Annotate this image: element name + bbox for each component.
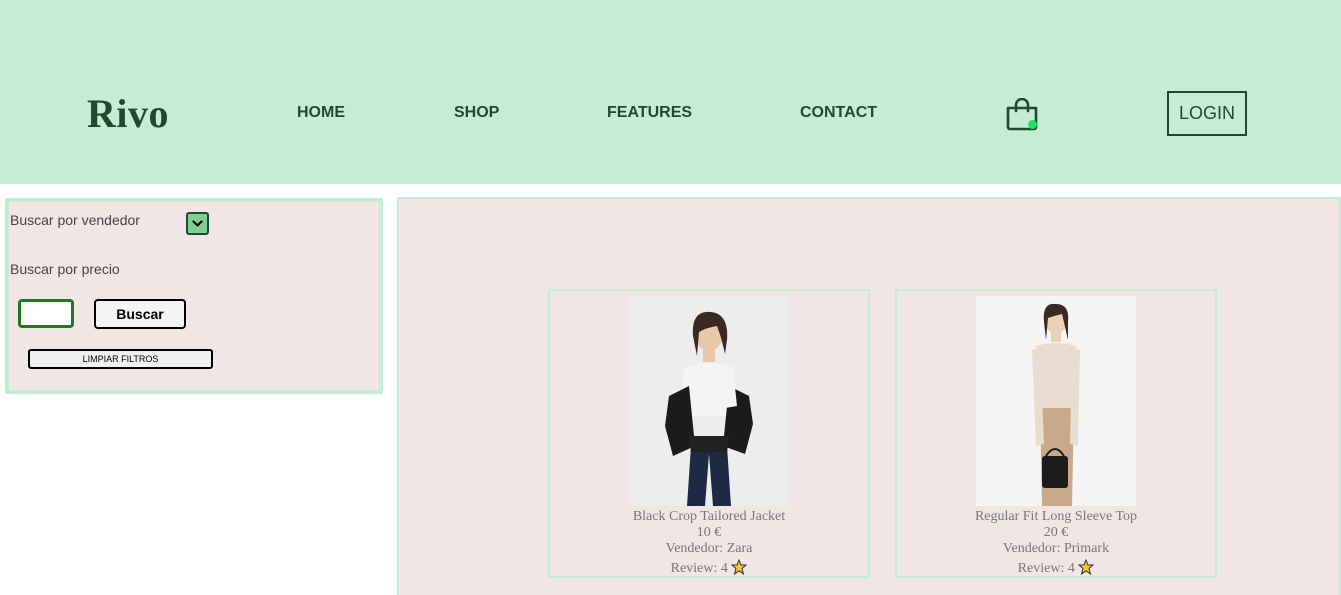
login-button[interactable]: LOGIN bbox=[1167, 91, 1247, 136]
search-button[interactable]: Buscar bbox=[94, 299, 186, 329]
site-header: Rivo HOME SHOP FEATURES CONTACT LOGIN bbox=[0, 0, 1341, 184]
product-card[interactable]: Regular Fit Long Sleeve Top 20 € Vendedo… bbox=[895, 289, 1217, 578]
filter-panel: Buscar por vendedor Buscar por precio Bu… bbox=[5, 198, 383, 394]
nav-features[interactable]: FEATURES bbox=[607, 104, 692, 122]
product-name[interactable]: Black Crop Tailored Jacket bbox=[550, 509, 868, 525]
nav-home[interactable]: HOME bbox=[297, 104, 345, 122]
product-review: Review: 4 bbox=[897, 559, 1215, 577]
product-vendor: Vendedor: Primark bbox=[1002, 541, 1110, 556]
vendor-dropdown[interactable] bbox=[186, 212, 209, 235]
product-name[interactable]: Regular Fit Long Sleeve Top bbox=[897, 509, 1215, 525]
product-vendor: Vendedor: Zara bbox=[665, 541, 753, 556]
logo[interactable]: Rivo bbox=[87, 90, 169, 137]
product-grid: Black Crop Tailored Jacket 10 € Vendedor… bbox=[397, 197, 1341, 595]
clear-filters-button[interactable]: LIMPIAR FILTROS bbox=[28, 349, 213, 369]
product-price: 10 € bbox=[696, 525, 722, 540]
nav-shop[interactable]: SHOP bbox=[454, 104, 499, 122]
product-card[interactable]: Black Crop Tailored Jacket 10 € Vendedor… bbox=[548, 289, 870, 578]
chevron-down-icon bbox=[192, 219, 203, 227]
price-filter-label: Buscar por precio bbox=[10, 261, 120, 277]
review-text: Review: 4 bbox=[1017, 561, 1075, 576]
review-text: Review: 4 bbox=[670, 561, 728, 576]
price-input[interactable] bbox=[18, 299, 74, 328]
product-image[interactable] bbox=[629, 296, 789, 506]
star-icon bbox=[1078, 559, 1095, 575]
product-review: Review: 4 bbox=[550, 559, 868, 577]
cart-status-dot bbox=[1028, 120, 1037, 129]
star-icon bbox=[731, 559, 748, 575]
nav-contact[interactable]: CONTACT bbox=[800, 104, 877, 122]
vendor-filter-label: Buscar por vendedor bbox=[10, 212, 140, 228]
product-price: 20 € bbox=[1043, 525, 1069, 540]
product-image[interactable] bbox=[976, 296, 1136, 506]
